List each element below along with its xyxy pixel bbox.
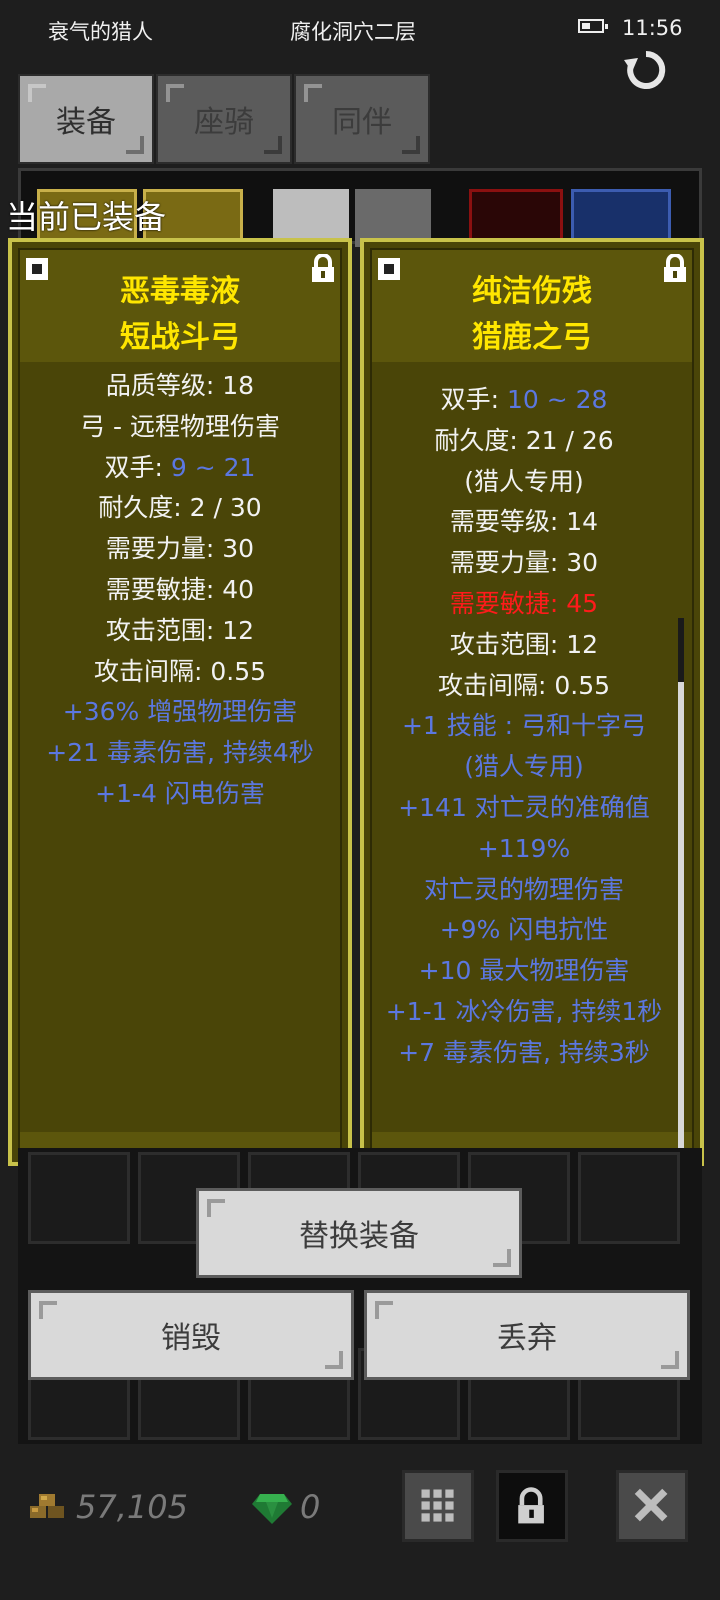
refresh-icon[interactable] [622,46,670,94]
stat-line: 耐久度: 2 / 30 [98,493,262,523]
location-name: 腐化洞穴二层 [290,20,416,44]
grid-icon [421,1489,454,1522]
equipped-label: 当前已装备 [6,198,167,236]
stat-line: +21 毒素伤害, 持续4秒 [46,738,314,768]
item-card-left: 恶毒毒液 短战斗弓 品质等级: 18 弓 - 远程物理伤害 双手: 9 ~ 21… [8,238,352,1166]
item-stats[interactable]: 双手: 10 ~ 28 耐久度: 21 / 26 (猎人专用) 需要等级: 14… [364,380,684,1074]
close-button[interactable] [616,1470,688,1542]
stat-line: (猎人专用) [464,752,584,782]
gem-icon [252,1494,292,1524]
button-label: 丢弃 [497,1321,557,1356]
stat-line: +119% [477,833,571,863]
stat-line: +1-4 闪电伤害 [95,778,265,808]
stat-line: 攻击间隔: 0.55 [93,656,267,686]
inventory-slot[interactable] [578,1152,680,1244]
gem-amount: 0 [300,1488,321,1526]
stat-line: +36% 增强物理伤害 [62,697,298,727]
lock-filter-button[interactable] [496,1470,568,1542]
destroy-button[interactable]: 销毁 [28,1290,354,1380]
stat-line: 需要力量: 30 [105,534,255,564]
tab-label: 装备 [56,105,116,140]
stat-line: 攻击范围: 12 [449,629,599,659]
tab-label: 同伴 [332,105,392,140]
tab-companion[interactable]: 同伴 [294,74,430,164]
button-label: 销毁 [161,1321,221,1356]
status-bar: 衰气的猎人 腐化洞穴二层 11:56 [0,0,720,89]
stat-line: +1 技能 : 弓和十字弓 [401,711,647,741]
stat-line: 品质等级: 18 [105,371,255,400]
replace-equipment-button[interactable]: 替换装备 [196,1188,522,1278]
stat-line: 耐久度: 21 / 26 [434,425,614,455]
inventory-slot[interactable] [28,1152,130,1244]
stat-line-unmet: 需要敏捷: 45 [449,588,599,618]
grid-view-button[interactable] [402,1470,474,1542]
stat-line: +7 毒素伤害, 持续3秒 [398,1037,650,1067]
item-stats: 品质等级: 18 弓 - 远程物理伤害 双手: 9 ~ 21 耐久度: 2 / … [12,366,348,815]
item-type: 猎鹿之弓 [472,320,592,355]
item-name: 恶毒毒液 [120,274,240,309]
tab-label: 座骑 [194,105,254,140]
close-icon [634,1488,668,1522]
item-type: 短战斗弓 [120,320,240,355]
stat-line-dual: 双手: 9 ~ 21 [104,452,256,482]
tab-equipment[interactable]: 装备 [18,74,154,164]
stat-line: 需要敏捷: 40 [105,574,255,604]
stat-line: +1-1 冰冷伤害, 持续1秒 [385,996,663,1026]
gold-amount: 57,105 [76,1488,188,1526]
stat-line: 对亡灵的物理伤害 [423,874,624,904]
stat-line: (猎人专用) [464,466,584,496]
stat-line: 攻击范围: 12 [105,615,255,645]
clock: 11:56 [622,16,683,40]
item-card-right: 纯洁伤残 猎鹿之弓 双手: 10 ~ 28 耐久度: 21 / 26 (猎人专用… [360,238,704,1354]
stat-line: +9% 闪电抗性 [439,915,609,945]
item-name: 纯洁伤残 [472,274,592,309]
lock-icon [518,1487,544,1524]
stat-line: +10 最大物理伤害 [418,956,630,986]
button-label: 替换装备 [299,1219,419,1254]
discard-button[interactable]: 丢弃 [364,1290,690,1380]
stat-line: 攻击间隔: 0.55 [437,670,611,700]
battery-icon [578,19,608,33]
stat-line: 需要等级: 14 [449,507,599,537]
stat-line-dual: 双手: 10 ~ 28 [440,385,608,414]
tab-mount[interactable]: 座骑 [156,74,292,164]
stat-line: 需要力量: 30 [449,548,599,578]
gold-icon [30,1494,64,1518]
character-name: 衰气的猎人 [48,20,153,44]
stat-line: 弓 - 远程物理伤害 [80,411,280,441]
stat-line: +141 对亡灵的准确值 [398,792,650,822]
